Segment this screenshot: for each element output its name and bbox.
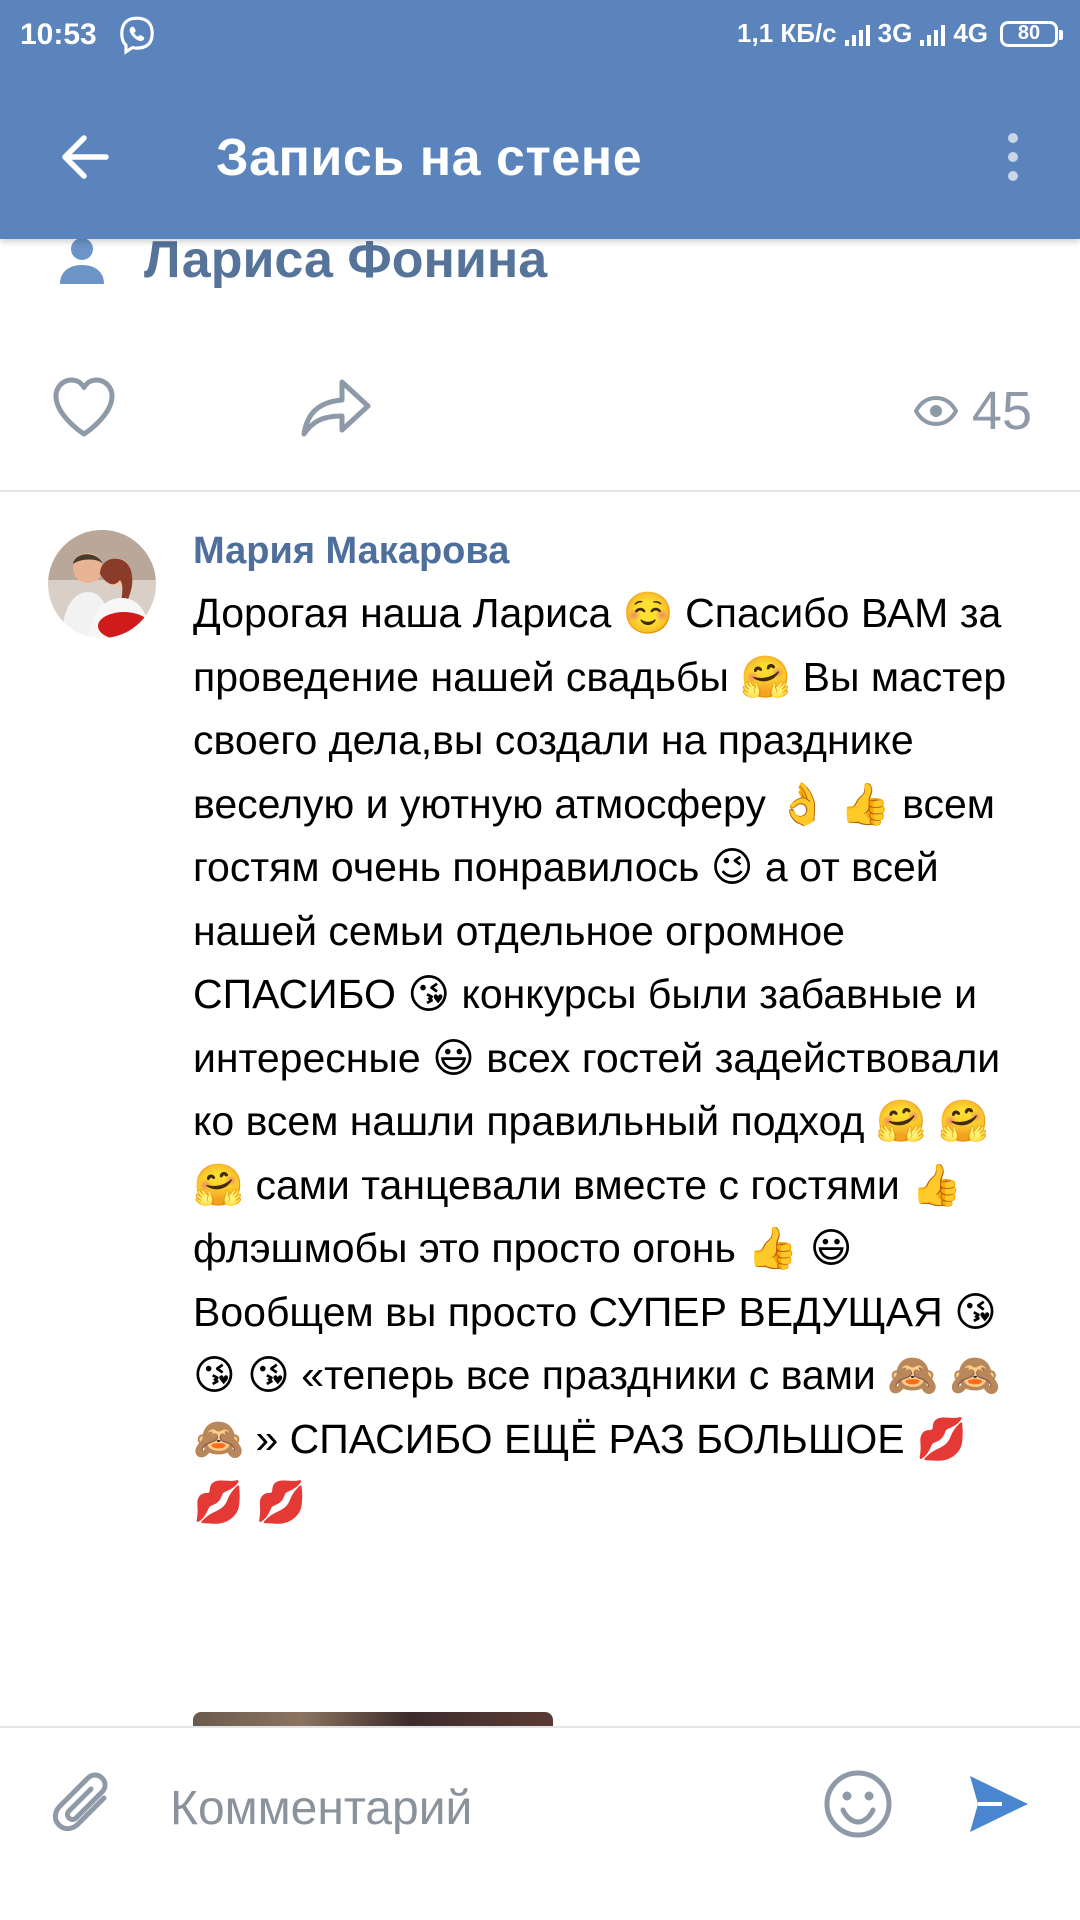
- divider: [0, 490, 1080, 492]
- status-indicators: 1,1 КБ/с 3G 4G 80: [737, 18, 1063, 49]
- heart-icon[interactable]: [48, 372, 120, 444]
- wall-post-screen: 10:53 1,1 КБ/с 3G 4G 80 Запись на стене: [0, 0, 1080, 1920]
- share-icon[interactable]: [298, 372, 374, 444]
- comment-text: Дорогая наша Лариса ☺️ Спасибо ВАМ за пр…: [193, 590, 1007, 1525]
- smiley-icon[interactable]: [822, 1768, 894, 1840]
- post-owner-name: Лариса Фонина: [144, 231, 548, 289]
- comment-input[interactable]: [170, 1776, 790, 1840]
- views-count: 45: [971, 381, 1032, 441]
- eye-icon: [913, 395, 958, 427]
- more-vert-icon[interactable]: [998, 128, 1028, 186]
- network-type-2: 4G: [953, 18, 988, 48]
- status-time: 10:53: [20, 18, 97, 51]
- viber-icon: [120, 16, 154, 55]
- net-speed: 1,1 КБ/с: [737, 18, 837, 48]
- send-icon[interactable]: [966, 1772, 1030, 1836]
- avatar[interactable]: [48, 530, 156, 638]
- paperclip-icon[interactable]: [52, 1768, 120, 1844]
- signal-icon: [844, 22, 870, 46]
- app-bar: 10:53 1,1 КБ/с 3G 4G 80 Запись на стене: [0, 0, 1080, 239]
- battery-icon: 80: [1000, 20, 1063, 47]
- signal-icon: [920, 22, 946, 46]
- comment-author[interactable]: Мария Макарова: [193, 530, 509, 573]
- arrow-left-icon[interactable]: [56, 128, 114, 186]
- views-counter: 45: [913, 380, 1032, 442]
- user-icon: [60, 238, 104, 284]
- comment-bar: [0, 1726, 1080, 1920]
- post-owner[interactable]: Лариса Фонина: [56, 230, 547, 290]
- page-title: Запись на стене: [216, 129, 643, 187]
- network-type-1: 3G: [877, 18, 913, 48]
- battery-level: 80: [1017, 22, 1041, 44]
